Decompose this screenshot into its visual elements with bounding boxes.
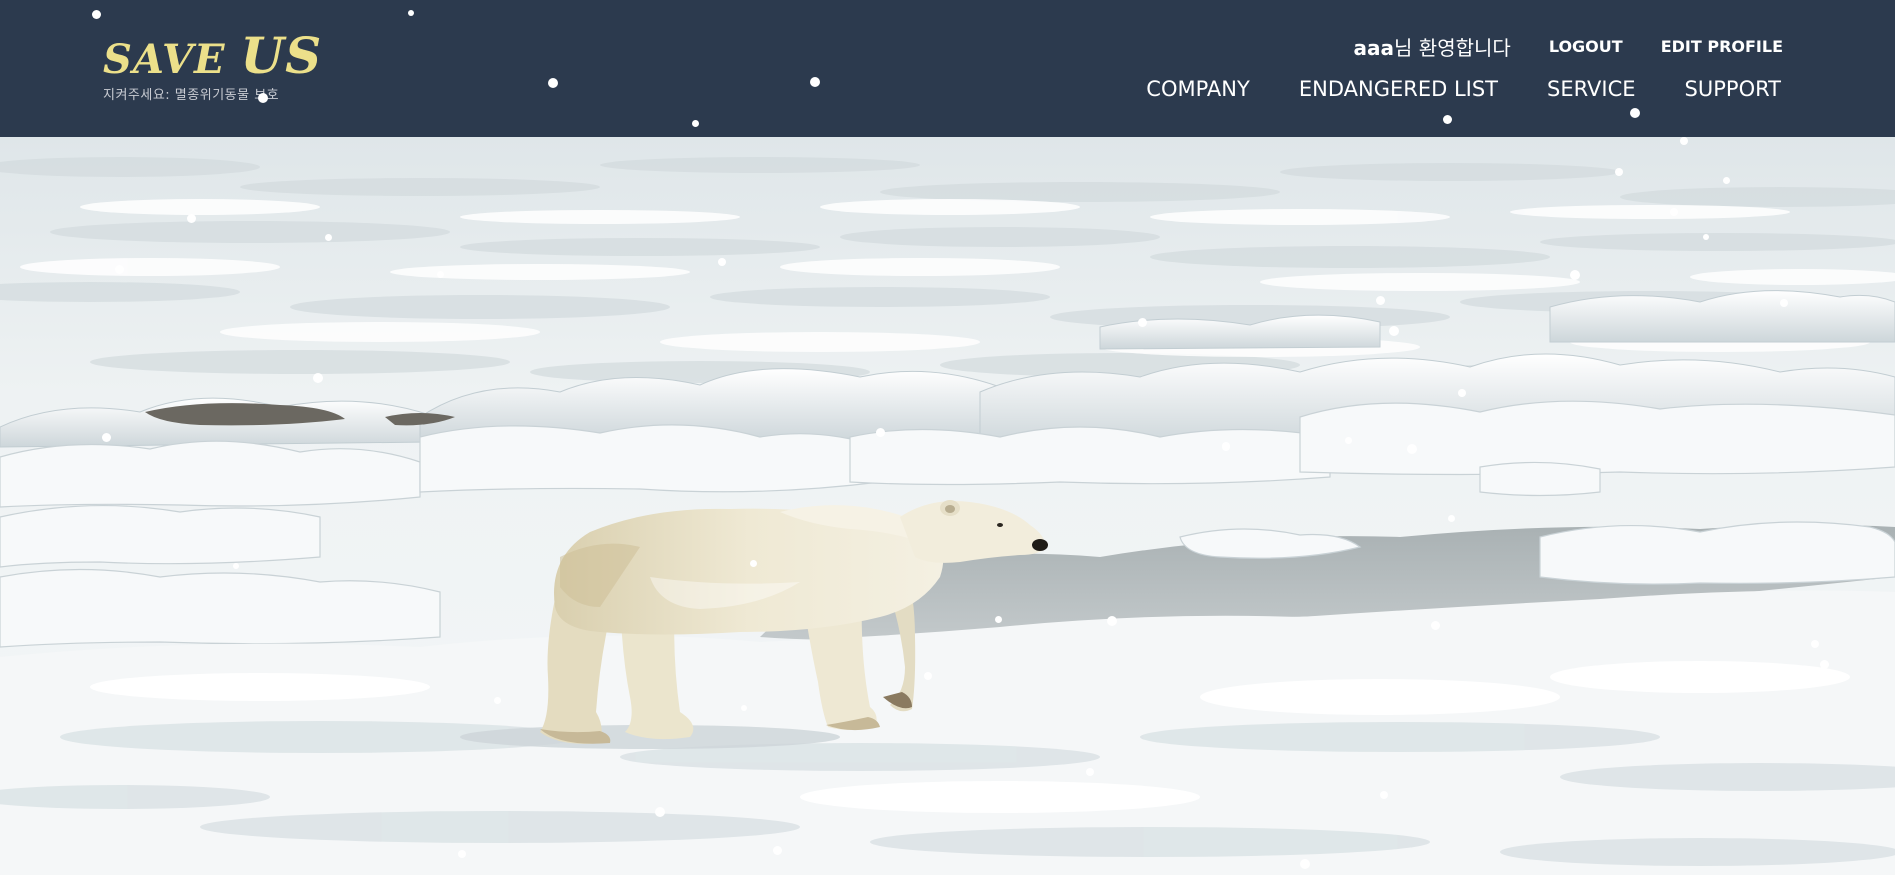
edit-profile-link[interactable]: EDIT PROFILE xyxy=(1661,37,1783,56)
logo-title-save: SAVE xyxy=(103,36,241,83)
logo-title-us: US xyxy=(240,26,323,85)
main-nav: COMPANY ENDANGERED LIST SERVICE SUPPORT xyxy=(1146,77,1781,101)
hero-banner xyxy=(0,137,1895,875)
logo-link[interactable]: SAVE US 지켜주세요: 멸종위기동물 보호 xyxy=(103,31,322,104)
user-bar: aaa님 환영합니다 LOGOUT EDIT PROFILE xyxy=(1354,32,1783,61)
logo-subtitle: 지켜주세요: 멸종위기동물 보호 xyxy=(103,88,280,103)
nav-company[interactable]: COMPANY xyxy=(1146,77,1250,101)
user-name: aaa xyxy=(1353,36,1395,60)
hero-image xyxy=(0,137,1895,875)
logout-link[interactable]: LOGOUT xyxy=(1549,37,1623,56)
nav-endangered-list[interactable]: ENDANGERED LIST xyxy=(1299,77,1498,101)
nav-service[interactable]: SERVICE xyxy=(1547,77,1636,101)
welcome-message: aaa님 환영합니다 xyxy=(1354,32,1511,61)
site-header: SAVE US 지켜주세요: 멸종위기동물 보호 aaa님 환영합니다 LOGO… xyxy=(0,0,1895,137)
nav-support[interactable]: SUPPORT xyxy=(1685,77,1781,101)
welcome-suffix: 님 환영합니다 xyxy=(1394,36,1511,60)
logo-title: SAVE US xyxy=(103,31,322,84)
page: SAVE US 지켜주세요: 멸종위기동물 보호 aaa님 환영합니다 LOGO… xyxy=(0,0,1895,875)
